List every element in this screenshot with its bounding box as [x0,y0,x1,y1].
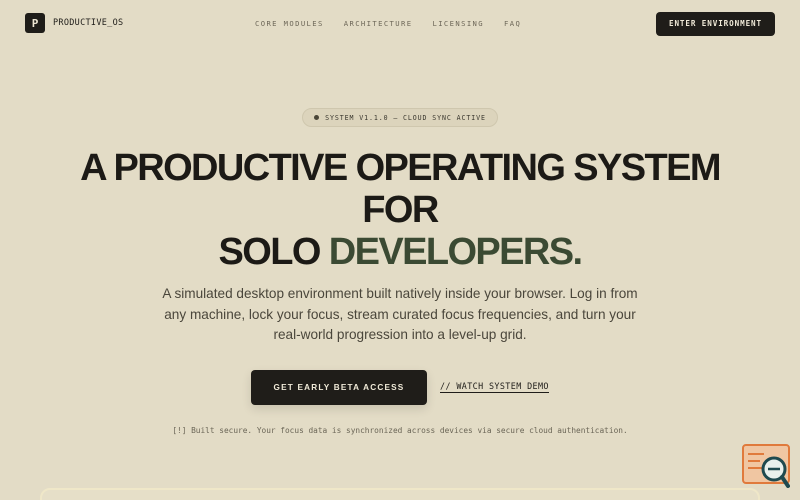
version-badge-label: SYSTEM V1.1.0 — CLOUD SYNC ACTIVE [325,113,486,122]
brand-logo-icon: P [25,13,45,33]
hero-subtext: A simulated desktop environment built na… [162,286,638,342]
status-dot-icon [314,115,320,120]
get-early-beta-access-button[interactable]: GET EARLY BETA ACCESS [251,370,427,405]
version-badge: SYSTEM V1.1.0 — CLOUD SYNC ACTIVE [302,108,498,127]
preview-panel [40,488,760,500]
security-footnote: [!] Built secure. Your focus data is syn… [172,426,628,435]
search-chat-widget-icon[interactable] [742,444,790,488]
brand-name: PRODUCTIVE_OS [53,18,124,28]
headline-line-3-accent: DEVELOPERS. [328,231,583,273]
headline-line-1: A PRODUCTIVE OPERATING SYSTEM [80,147,721,189]
nav-link-faq[interactable]: FAQ [504,19,521,28]
nav-links: CORE MODULES ARCHITECTURE LICENSING FAQ [255,0,521,46]
watch-system-demo-link[interactable]: // WATCH SYSTEM DEMO [440,381,549,393]
headline-line-3-a: SOLO [218,231,329,273]
nav-link-licensing[interactable]: LICENSING [432,19,484,28]
top-nav: P PRODUCTIVE_OS CORE MODULES ARCHITECTUR… [0,0,800,46]
headline-line-2: FOR [362,189,439,231]
enter-environment-button[interactable]: ENTER ENVIRONMENT [655,12,775,36]
hero-headline: A PRODUCTIVE OPERATING SYSTEM FOR SOLO D… [0,147,800,273]
nav-link-core-modules[interactable]: CORE MODULES [255,19,324,28]
widget-graphic [742,444,790,488]
brand[interactable]: P PRODUCTIVE_OS [25,13,123,33]
nav-link-architecture[interactable]: ARCHITECTURE [344,19,413,28]
